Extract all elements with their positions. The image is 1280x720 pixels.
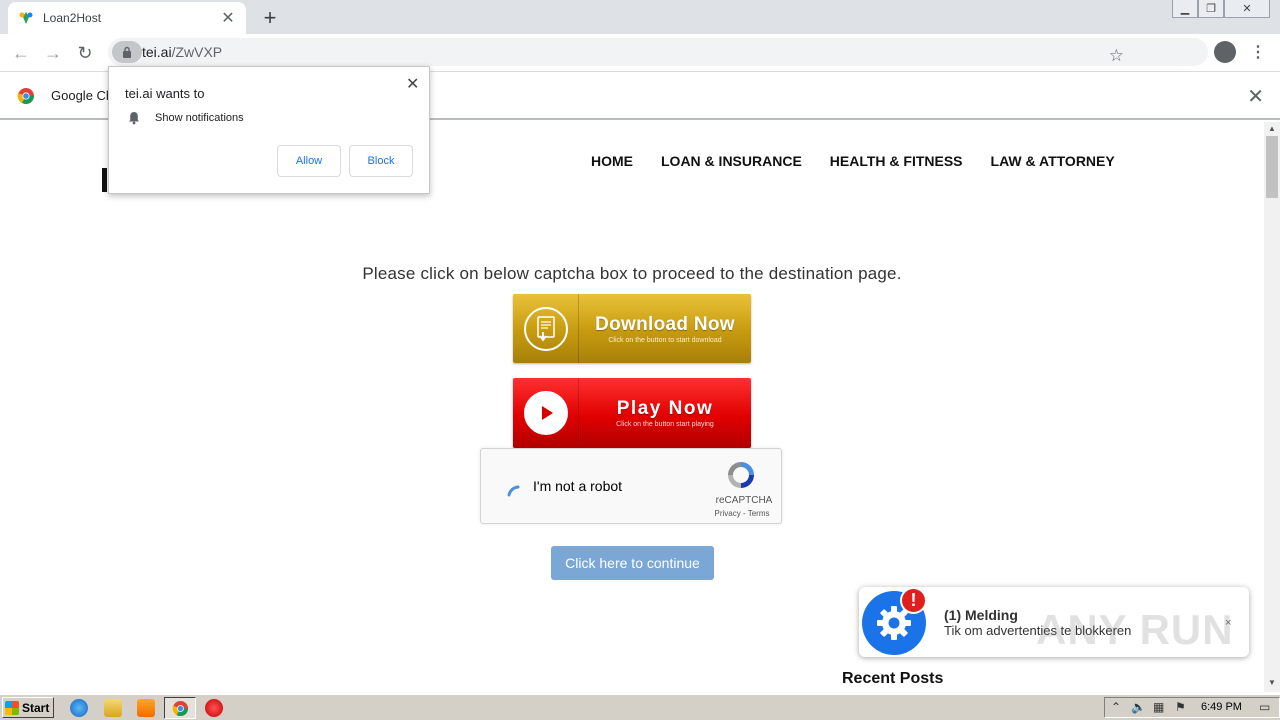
bookmark-star-icon[interactable]: ☆ [1109, 46, 1124, 66]
notification-permission-popup: tei.ai wants to ✕ Show notifications All… [108, 66, 430, 194]
alert-badge-icon: ! [900, 587, 927, 614]
block-button[interactable]: Block [349, 145, 413, 177]
nav-law-attorney[interactable]: LAW & ATTORNEY [991, 153, 1115, 169]
new-tab-icon[interactable]: + [258, 5, 282, 31]
info-bar-text: Google Ch [51, 88, 114, 103]
url-host: tei.ai [142, 44, 172, 60]
nav-loan-insurance[interactable]: LOAN & INSURANCE [661, 153, 802, 169]
bell-icon [129, 112, 139, 125]
recaptcha-privacy-terms[interactable]: Privacy - Terms [705, 509, 779, 518]
profile-avatar-icon[interactable] [1214, 41, 1236, 63]
play-button-sub: Click on the button start playing [616, 421, 714, 428]
download-button-label: Download Now [595, 313, 735, 335]
main-nav: HOME LOAN & INSURANCE HEALTH & FITNESS L… [591, 153, 1115, 169]
minimize-icon[interactable]: ▁ [1172, 0, 1198, 18]
allow-button[interactable]: Allow [277, 145, 341, 177]
play-button-text: Play Now Click on the button start playi… [579, 398, 751, 428]
info-bar-close-icon[interactable]: ✕ [1247, 84, 1264, 109]
windows-taskbar: Start ⌃ 🔈 ▦ ⚑ 6:49 PM ▭ [0, 694, 1280, 720]
media-player-icon[interactable] [137, 699, 155, 717]
opera-icon[interactable] [205, 699, 223, 717]
continue-button[interactable]: Click here to continue [551, 546, 714, 580]
tab-strip: Loan2Host ✕ + ▁ ❐ ✕ [0, 0, 1280, 34]
permission-item: Show notifications [127, 111, 244, 125]
action-center-flag-icon[interactable]: ⚑ [1175, 700, 1186, 714]
captcha-prompt: Please click on below captcha box to pro… [362, 264, 902, 283]
scroll-up-icon[interactable]: ▲ [1264, 124, 1280, 136]
nav-home[interactable]: HOME [591, 153, 633, 169]
tab-close-icon[interactable]: ✕ [220, 8, 236, 28]
site-favicon-icon [19, 12, 33, 24]
taskbar-chrome-active[interactable] [164, 697, 196, 719]
start-label: Start [22, 700, 50, 715]
taskbar-clock[interactable]: 6:49 PM [1201, 701, 1242, 713]
network-icon[interactable]: ▦ [1153, 700, 1164, 714]
tab-title: Loan2Host [43, 11, 102, 25]
browser-tab[interactable]: Loan2Host ✕ [8, 2, 246, 34]
permission-item-text: Show notifications [155, 112, 244, 124]
recaptcha-label[interactable]: I'm not a robot [533, 478, 622, 494]
file-explorer-icon[interactable] [104, 699, 122, 717]
reload-icon[interactable]: ↻ [72, 40, 98, 66]
toast-title: (1) Melding [944, 607, 1018, 623]
recaptcha-spinner-icon[interactable] [505, 475, 529, 499]
menu-dots-icon[interactable]: ⋮ [1250, 42, 1266, 62]
forward-icon[interactable]: → [40, 40, 66, 66]
show-desktop-icon[interactable]: ▭ [1259, 700, 1270, 714]
play-icon-wrap [513, 378, 579, 448]
recaptcha-brand: reCAPTCHA [715, 495, 773, 506]
page-scrollbar[interactable]: ▲ ▼ [1264, 122, 1280, 692]
recent-posts-heading: Recent Posts [842, 670, 944, 687]
nav-health-fitness[interactable]: HEALTH & FITNESS [830, 153, 963, 169]
system-tray: ⌃ 🔈 ▦ ⚑ 6:49 PM ▭ [1104, 697, 1280, 718]
window-close-icon[interactable]: ✕ [1224, 0, 1270, 18]
screen: { "browser": { "tab_title": "Loan2Host",… [0, 0, 1280, 720]
play-button-label: Play Now [616, 398, 714, 419]
scroll-down-icon[interactable]: ▼ [1264, 678, 1280, 690]
windows-logo-icon [5, 700, 19, 715]
lock-icon[interactable] [112, 41, 142, 63]
url-path: /ZwVXP [171, 44, 223, 60]
site-logo[interactable] [102, 168, 107, 192]
url-text: tei.ai/ZwVXP [142, 44, 222, 60]
permission-title: tei.ai wants to [125, 86, 205, 101]
play-now-button[interactable]: Play Now Click on the button start playi… [513, 378, 751, 448]
play-icon [523, 391, 568, 435]
internet-explorer-icon[interactable] [70, 699, 88, 717]
volume-icon[interactable]: 🔈 [1131, 700, 1146, 714]
download-now-button[interactable]: Download Now Click on the button to star… [513, 294, 751, 363]
scroll-thumb[interactable] [1266, 136, 1278, 198]
download-button-text: Download Now Click on the button to star… [579, 314, 751, 344]
recaptcha-widget: I'm not a robot reCAPTCHA Privacy - Term… [480, 448, 782, 524]
tray-expand-icon[interactable]: ⌃ [1111, 700, 1121, 714]
recaptcha-logo-icon [728, 462, 754, 488]
permission-close-icon[interactable]: ✕ [406, 74, 419, 94]
window-controls: ▁ ❐ ✕ [1172, 0, 1270, 18]
start-button[interactable]: Start [2, 697, 54, 718]
restore-icon[interactable]: ❐ [1198, 0, 1224, 18]
chrome-logo-icon [17, 88, 34, 104]
anyrun-watermark: ANY RUN [1036, 606, 1234, 653]
download-icon-wrap [513, 294, 579, 363]
back-icon[interactable]: ← [8, 40, 34, 66]
address-bar[interactable]: tei.ai/ZwVXP ☆ [108, 38, 1208, 66]
download-file-icon [523, 306, 568, 351]
chrome-taskbar-icon [172, 700, 189, 717]
download-button-sub: Click on the button to start download [608, 336, 722, 344]
